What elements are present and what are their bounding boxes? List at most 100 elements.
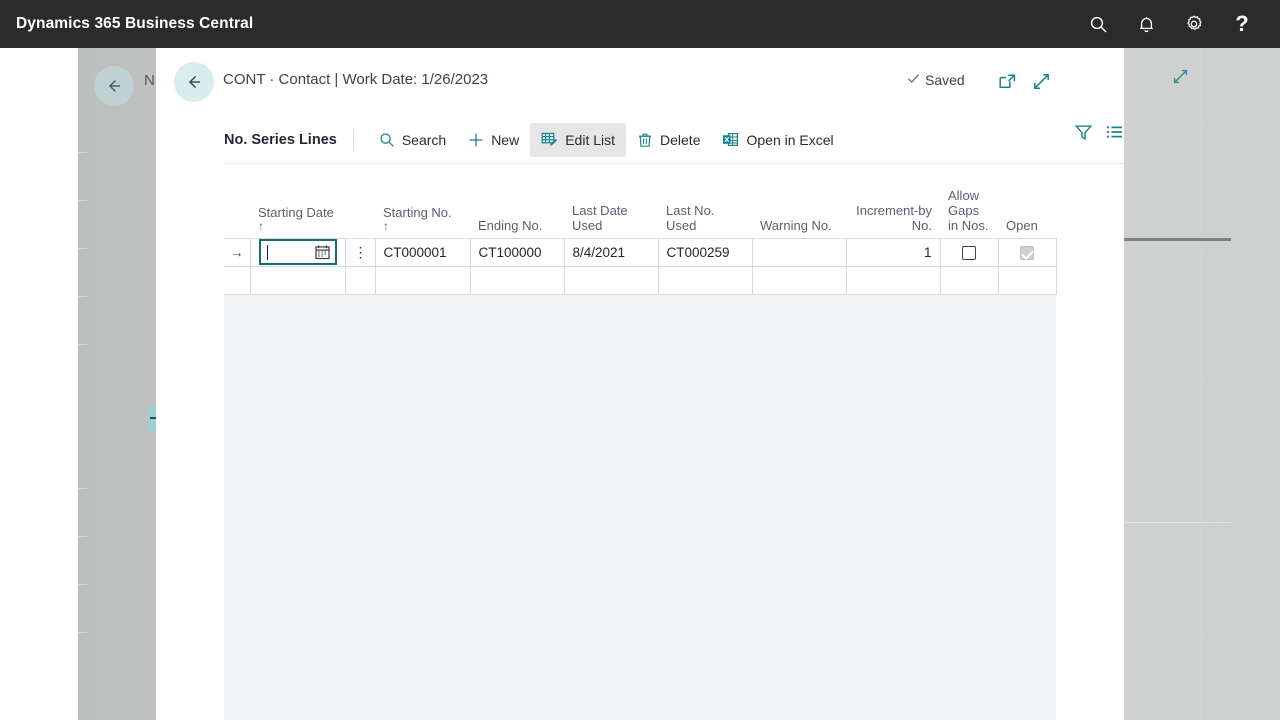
row-indicator-arrow: [224, 265, 250, 295]
open-in-excel-button-label: Open in Excel: [746, 131, 834, 148]
background-left-rail: [0, 48, 78, 720]
background-expand-icon: [1172, 68, 1189, 90]
column-header-starting-no[interactable]: Starting No. ↑: [375, 164, 470, 238]
background-rail-tick-1: [78, 152, 87, 153]
cell-increment-by-no[interactable]: 1: [845, 237, 941, 267]
new-button-label: New: [491, 131, 520, 148]
background-divider-bottom: [1119, 522, 1231, 523]
search-button[interactable]: Search: [368, 123, 457, 157]
saved-label: Saved: [925, 72, 965, 88]
cell-menu[interactable]: [344, 265, 376, 295]
column-header-allow-gaps-in-nos[interactable]: Allow Gaps in Nos.: [940, 164, 998, 238]
app-root: N CONT · Contact | Work Date: 1/26/2023 …: [0, 0, 1280, 720]
settings-gear-icon[interactable]: [1170, 0, 1218, 48]
list-sheet: Starting Date ↑ Starting No. ↑ Ending No…: [224, 164, 1057, 720]
edit-list-icon: [541, 131, 558, 148]
plus-icon: [468, 132, 484, 148]
edit-list-button-label: Edit List: [565, 131, 616, 148]
column-header-warning-no[interactable]: Warning No.: [752, 164, 846, 238]
cell-allow-gaps-in-nos[interactable]: [939, 265, 999, 295]
cell-open: [997, 265, 1057, 295]
delete-button-label: Delete: [660, 131, 701, 148]
modal-back-button[interactable]: [174, 62, 214, 102]
search-icon: [379, 132, 395, 148]
cell-allow-gaps-in-nos[interactable]: [939, 237, 999, 267]
open-in-new-window-icon[interactable]: [998, 72, 1017, 96]
row-actions-menu-button[interactable]: ⋮: [344, 237, 376, 267]
column-header-open[interactable]: Open: [998, 164, 1056, 238]
app-top-bar: Dynamics 365 Business Central ?: [0, 0, 1280, 48]
no-series-lines-table: Starting Date ↑ Starting No. ↑ Ending No…: [224, 164, 1057, 295]
cell-starting-date[interactable]: [249, 237, 346, 267]
delete-button[interactable]: Delete: [626, 123, 711, 157]
column-header-starting-date[interactable]: Starting Date ↑: [250, 164, 345, 238]
app-brand-title: Dynamics 365 Business Central: [16, 15, 254, 32]
open-in-excel-button[interactable]: Open in Excel: [711, 123, 844, 157]
trash-icon: [637, 132, 653, 148]
expand-modal-icon[interactable]: [1032, 72, 1051, 96]
table-header-row: Starting Date ↑ Starting No. ↑ Ending No…: [224, 164, 1056, 238]
starting-date-input[interactable]: [258, 239, 337, 265]
column-label-starting-no: Starting No.: [383, 204, 452, 220]
check-icon: [907, 72, 920, 88]
cell-last-date-used[interactable]: [563, 265, 659, 295]
column-header-ending-no[interactable]: Ending No.: [470, 164, 564, 238]
new-button[interactable]: New: [457, 123, 530, 157]
sort-ascending-icon-starting-date: ↑: [258, 218, 264, 233]
search-icon[interactable]: [1074, 0, 1122, 48]
column-header-menu: [345, 164, 375, 238]
list-title: No. Series Lines: [224, 131, 337, 148]
column-header-last-no-used[interactable]: Last No. Used: [658, 164, 752, 238]
modal-title: CONT · Contact | Work Date: 1/26/2023: [223, 71, 489, 88]
table-row[interactable]: → ⋮ CT000001 CT100000 8/4/2021 CT000259 …: [224, 237, 1057, 267]
background-divider-top: [1119, 238, 1231, 241]
modal-header: CONT · Contact | Work Date: 1/26/2023 Sa…: [156, 48, 1124, 116]
background-rail-tick-5: [78, 344, 87, 345]
allow-gaps-checkbox[interactable]: [962, 245, 976, 260]
filter-funnel-icon[interactable]: [1074, 123, 1093, 142]
open-checkbox-checked-disabled: [1020, 245, 1034, 260]
command-bar-divider: [352, 128, 354, 151]
calendar-icon[interactable]: [314, 245, 330, 260]
table-row[interactable]: [224, 265, 1057, 295]
notifications-bell-icon[interactable]: [1122, 0, 1170, 48]
excel-icon: [722, 131, 739, 148]
column-header-increment-by-no[interactable]: Increment-by No.: [846, 164, 940, 238]
row-indicator-arrow: →: [224, 237, 250, 267]
cell-starting-no[interactable]: CT000001: [374, 237, 471, 267]
command-bar: No. Series Lines Search New Edit List De…: [224, 116, 1124, 164]
cell-starting-date[interactable]: [249, 265, 346, 295]
command-bar-right-icons: [1074, 123, 1124, 142]
cell-last-no-used[interactable]: [657, 265, 753, 295]
background-rail-tick-4: [78, 296, 87, 297]
cell-ending-no[interactable]: [469, 265, 565, 295]
sort-ascending-icon-starting-no: ↑: [383, 218, 389, 233]
cell-starting-no[interactable]: [374, 265, 471, 295]
background-back-button: [94, 66, 134, 106]
cell-warning-no[interactable]: [751, 265, 847, 295]
background-rail-tick-3: [78, 248, 87, 249]
no-series-lines-modal: CONT · Contact | Work Date: 1/26/2023 Sa…: [156, 48, 1124, 720]
vertical-ellipsis-icon: ⋮: [353, 243, 368, 260]
column-label-starting-date: Starting Date: [258, 204, 334, 220]
cell-warning-no[interactable]: [751, 237, 847, 267]
background-rail-tick-7: [78, 536, 87, 537]
top-bar-icons: ?: [1074, 0, 1266, 48]
cell-increment-by-no[interactable]: [845, 265, 941, 295]
saved-status: Saved: [907, 72, 965, 88]
edit-list-button[interactable]: Edit List: [530, 122, 627, 157]
column-header-last-date-used[interactable]: Last Date Used: [564, 164, 658, 238]
cell-last-date-used[interactable]: 8/4/2021: [563, 237, 659, 267]
background-rail-tick-8: [78, 584, 87, 585]
cell-ending-no[interactable]: CT100000: [469, 237, 565, 267]
help-question-icon[interactable]: ?: [1218, 0, 1266, 48]
cell-open: [997, 237, 1057, 267]
search-button-label: Search: [401, 131, 447, 148]
help-question-label: ?: [1235, 11, 1249, 36]
background-rail-tick-9: [78, 632, 87, 633]
view-options-icon[interactable]: [1105, 123, 1124, 142]
background-rail-tick-6: [78, 488, 87, 489]
column-header-indicator: [224, 164, 250, 238]
cell-last-no-used[interactable]: CT000259: [657, 237, 753, 267]
text-caret: [266, 244, 268, 260]
